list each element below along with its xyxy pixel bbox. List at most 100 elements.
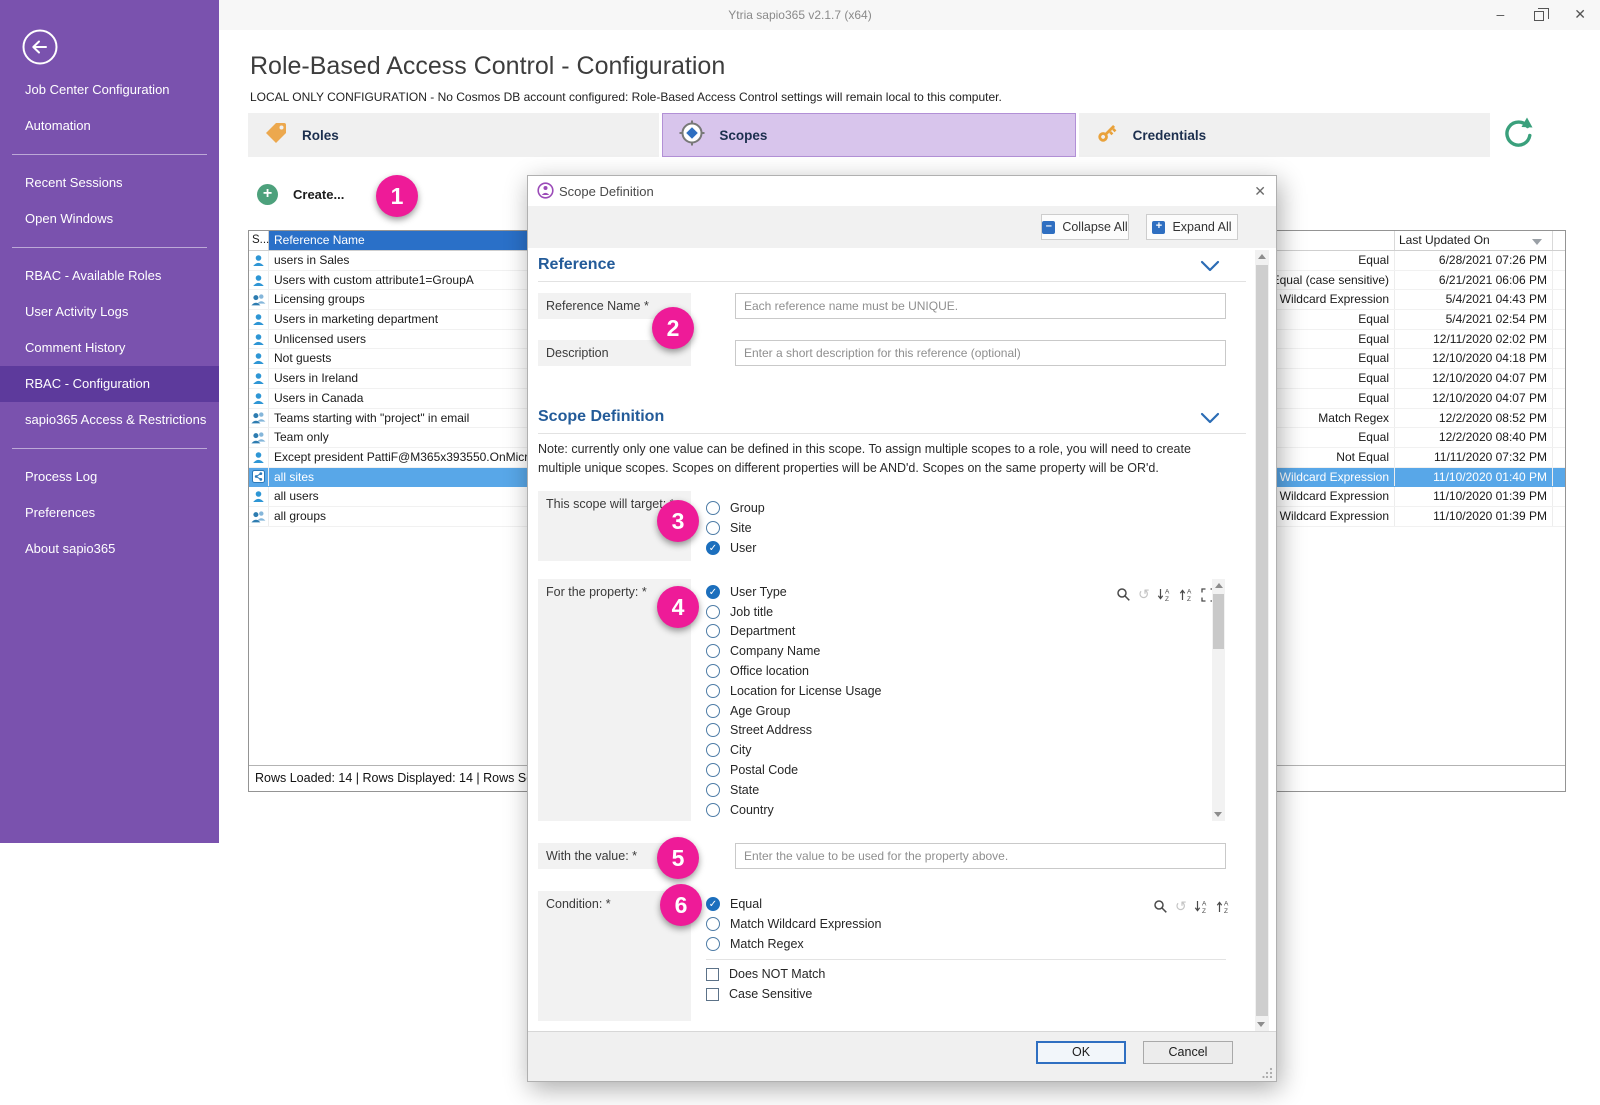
radio-label: Location for License Usage [730, 684, 881, 698]
dialog-footer: OK Cancel [528, 1031, 1276, 1081]
search-icon[interactable] [1116, 587, 1131, 602]
cancel-button[interactable]: Cancel [1143, 1041, 1233, 1064]
value-input[interactable] [735, 843, 1226, 869]
column-header-last-updated[interactable]: Last Updated On [1394, 231, 1552, 250]
dialog-close-icon[interactable]: ✕ [1254, 183, 1266, 200]
radio-user-type[interactable]: ✓User Type [706, 582, 1106, 602]
checkbox-does-not-match[interactable]: Does NOT Match [706, 964, 825, 984]
group-icon [249, 290, 269, 309]
create-label: Create... [293, 187, 344, 202]
radio-postal-code[interactable]: Postal Code [706, 760, 1106, 780]
create-button[interactable]: + Create... [257, 184, 344, 205]
sidebar-item-automation[interactable]: Automation [0, 108, 219, 144]
ok-button[interactable]: OK [1036, 1041, 1126, 1064]
sort-descending-az-icon[interactable]: AZ [1194, 899, 1209, 914]
radio-label: Postal Code [730, 763, 798, 777]
radio-street-address[interactable]: Street Address [706, 721, 1106, 741]
scrollbar-thumb[interactable] [1213, 594, 1224, 649]
radio-country[interactable]: Country [706, 800, 1106, 820]
row-last-updated: 5/4/2021 02:54 PM [1394, 310, 1552, 329]
sidebar-item-comment-history[interactable]: Comment History [0, 330, 219, 366]
tab-roles[interactable]: Roles [248, 113, 659, 157]
radio-city[interactable]: City [706, 740, 1106, 760]
collapse-all-button[interactable]: – Collapse All [1041, 214, 1129, 240]
expand-all-button[interactable]: + Expand All [1146, 214, 1238, 240]
scroll-down-icon[interactable] [1257, 1022, 1265, 1027]
column-header-reference-name[interactable]: Reference Name [269, 231, 528, 250]
undo-icon[interactable]: ↺ [1175, 899, 1187, 914]
sidebar-item-about-sapio365[interactable]: About sapio365 [0, 531, 219, 567]
radio-label: User Type [730, 585, 787, 599]
checkbox-case-sensitive[interactable]: Case Sensitive [706, 984, 825, 1004]
sidebar-item-job-center-configuration[interactable]: Job Center Configuration [0, 72, 219, 108]
radio-label: Match Wildcard Expression [730, 917, 881, 931]
sidebar-item-open-windows[interactable]: Open Windows [0, 201, 219, 237]
sidebar-item-rbac-available-roles[interactable]: RBAC - Available Roles [0, 258, 219, 294]
chevron-down-icon[interactable] [1200, 412, 1220, 424]
sort-ascending-az-icon[interactable]: AZ [1216, 899, 1231, 914]
sidebar-item-process-log[interactable]: Process Log [0, 459, 219, 495]
svg-text:A: A [1202, 901, 1207, 908]
tab-bar: RolesScopesCredentials [248, 113, 1490, 157]
radio-office-location[interactable]: Office location [706, 661, 1106, 681]
radio-location-for-license-usage[interactable]: Location for License Usage [706, 681, 1106, 701]
description-input[interactable] [735, 340, 1226, 366]
radio-label: Department [730, 624, 795, 638]
row-last-updated: 12/10/2020 04:07 PM [1394, 369, 1552, 388]
sidebar-item-user-activity-logs[interactable]: User Activity Logs [0, 294, 219, 330]
radio-department[interactable]: Department [706, 622, 1106, 642]
radio-match-wildcard-expression[interactable]: Match Wildcard Expression [706, 914, 881, 934]
sort-descending-az-icon[interactable]: AZ [1157, 587, 1172, 602]
radio-icon [706, 664, 720, 678]
sidebar-divider [12, 154, 207, 155]
key-icon [1094, 120, 1120, 151]
group-icon [249, 409, 269, 428]
tab-credentials[interactable]: Credentials [1079, 113, 1490, 157]
dialog-scrollbar[interactable] [1255, 250, 1269, 1031]
scroll-up-icon[interactable] [1258, 254, 1266, 259]
row-reference-name: Teams starting with "project" in email [269, 409, 528, 428]
radio-age-group[interactable]: Age Group [706, 701, 1106, 721]
back-button[interactable] [21, 28, 59, 66]
reference-name-input[interactable] [735, 293, 1226, 319]
resize-grip[interactable] [1262, 1067, 1273, 1078]
radio-match-regex[interactable]: Match Regex [706, 934, 881, 954]
scrollbar-thumb[interactable] [1256, 265, 1268, 1016]
radio-company-name[interactable]: Company Name [706, 641, 1106, 661]
row-last-updated: 11/10/2020 01:39 PM [1394, 487, 1552, 506]
sidebar-item-preferences[interactable]: Preferences [0, 495, 219, 531]
radio-job-title[interactable]: Job title [706, 602, 1106, 622]
sidebar-item-recent-sessions[interactable]: Recent Sessions [0, 165, 219, 201]
sidebar-item-sapio365-access-restrictions[interactable]: sapio365 Access & Restrictions [0, 402, 219, 438]
row-reference-name: all groups [269, 507, 528, 526]
group-icon [249, 428, 269, 447]
row-gutter [1552, 271, 1565, 290]
radio-site[interactable]: Site [706, 518, 765, 538]
minimize-icon[interactable]: – [1496, 5, 1504, 23]
chevron-down-icon[interactable] [1200, 260, 1220, 272]
row-gutter [1552, 251, 1565, 270]
scroll-up-icon[interactable] [1215, 583, 1223, 588]
radio-equal[interactable]: ✓Equal [706, 894, 881, 914]
column-header-select[interactable]: S... [249, 231, 269, 250]
scroll-down-icon[interactable] [1214, 812, 1222, 817]
reference-section-title: Reference [538, 256, 615, 274]
tab-scopes[interactable]: Scopes [662, 113, 1075, 157]
close-icon[interactable]: ✕ [1574, 5, 1586, 23]
radio-group[interactable]: Group [706, 498, 765, 518]
radio-user[interactable]: ✓User [706, 538, 765, 558]
callout-badge-6: 6 [660, 884, 702, 926]
sidebar-item-rbac-configuration[interactable]: RBAC - Configuration [0, 366, 219, 402]
radio-state[interactable]: State [706, 780, 1106, 800]
svg-text:Z: Z [1187, 596, 1191, 602]
restore-icon[interactable] [1534, 11, 1544, 21]
scope-definition-icon [537, 182, 554, 204]
row-reference-name: Licensing groups [269, 290, 528, 309]
property-list-scrollbar[interactable] [1212, 579, 1225, 821]
sort-ascending-az-icon[interactable]: AZ [1179, 587, 1194, 602]
condition-checkboxes: Does NOT MatchCase Sensitive [706, 964, 825, 1004]
row-gutter [1552, 389, 1565, 408]
undo-icon[interactable]: ↺ [1138, 587, 1150, 602]
search-icon[interactable] [1153, 899, 1168, 914]
refresh-button[interactable] [1500, 116, 1534, 150]
